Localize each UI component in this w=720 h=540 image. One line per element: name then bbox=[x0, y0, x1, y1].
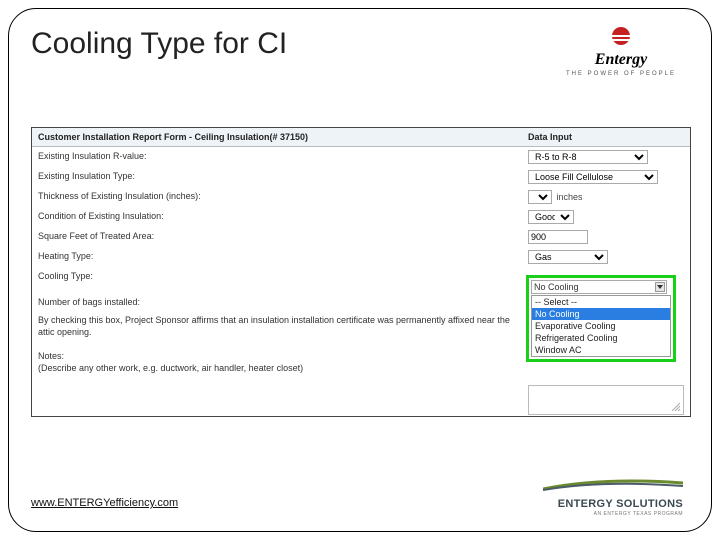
row-condition: Condition of Existing Insulation: Good bbox=[32, 207, 690, 227]
select-cooling-value: No Cooling bbox=[534, 282, 579, 292]
row-ins-type: Existing Insulation Type: Loose Fill Cel… bbox=[32, 167, 690, 187]
entergy-solutions-logo: ENTERGY SOLUTIONS AN ENTERGY TEXAS PROGR… bbox=[543, 477, 683, 517]
label-cooling: Cooling Type: bbox=[38, 270, 528, 282]
label-inches-suffix: inches bbox=[557, 192, 583, 202]
cooling-options-list: -- Select -- No Cooling Evaporative Cool… bbox=[531, 295, 671, 357]
label-condition: Condition of Existing Insulation: bbox=[38, 210, 528, 224]
row-heating: Heating Type: Gas bbox=[32, 247, 690, 267]
label-thickness: Thickness of Existing Insulation (inches… bbox=[38, 190, 528, 204]
label-sqft: Square Feet of Treated Area: bbox=[38, 230, 528, 244]
form-screenshot: Customer Installation Report Form - Ceil… bbox=[31, 127, 691, 417]
resize-grip-icon bbox=[670, 401, 680, 411]
slide-frame: Cooling Type for CI Entergy THE POWER OF… bbox=[8, 8, 712, 532]
select-heating[interactable]: Gas bbox=[528, 250, 608, 264]
slide-title: Cooling Type for CI bbox=[31, 27, 287, 61]
entergy-sun-icon bbox=[608, 23, 634, 49]
label-r-value: Existing Insulation R-value: bbox=[38, 150, 528, 164]
chevron-down-icon[interactable] bbox=[655, 282, 665, 292]
entergy-wordmark: Entergy bbox=[561, 51, 681, 69]
entergy-logo: Entergy THE POWER OF PEOPLE bbox=[561, 23, 681, 77]
cooling-option-nocooling[interactable]: No Cooling bbox=[532, 308, 670, 320]
label-bags: Number of bags installed: bbox=[38, 296, 528, 308]
footer-url-link[interactable]: www.ENTERGYefficiency.com bbox=[31, 497, 178, 509]
label-ins-type: Existing Insulation Type: bbox=[38, 170, 528, 184]
form-header-datainput: Data Input bbox=[528, 132, 572, 142]
row-r-value: Existing Insulation R-value: R-5 to R-8 bbox=[32, 147, 690, 167]
row-sqft: Square Feet of Treated Area: bbox=[32, 227, 690, 247]
select-ins-type[interactable]: Loose Fill Cellulose bbox=[528, 170, 658, 184]
cooling-option-windowac[interactable]: Window AC bbox=[532, 344, 670, 356]
form-header-title: Customer Installation Report Form - Ceil… bbox=[38, 132, 528, 142]
notes-textarea[interactable] bbox=[528, 385, 684, 415]
solutions-subtext: AN ENTERGY TEXAS PROGRAM bbox=[543, 511, 683, 517]
select-thickness[interactable]: 2 bbox=[528, 190, 552, 204]
form-body: Existing Insulation R-value: R-5 to R-8 … bbox=[32, 147, 690, 415]
select-cooling[interactable]: No Cooling bbox=[531, 280, 667, 294]
label-notes: Notes: (Describe any other work, e.g. du… bbox=[38, 350, 528, 374]
form-header: Customer Installation Report Form - Ceil… bbox=[32, 128, 690, 147]
label-heating: Heating Type: bbox=[38, 250, 528, 264]
cooling-option-refrigerated[interactable]: Refrigerated Cooling bbox=[532, 332, 670, 344]
swoosh-icon bbox=[543, 477, 683, 491]
input-sqft[interactable] bbox=[528, 230, 588, 244]
cooling-highlight-box: No Cooling -- Select -- No Cooling Evapo… bbox=[526, 275, 676, 362]
select-condition[interactable]: Good bbox=[528, 210, 574, 224]
label-cert: By checking this box, Project Sponsor af… bbox=[38, 314, 528, 338]
row-thickness: Thickness of Existing Insulation (inches… bbox=[32, 187, 690, 207]
cooling-option-select[interactable]: -- Select -- bbox=[532, 296, 670, 308]
entergy-tagline: THE POWER OF PEOPLE bbox=[561, 71, 681, 77]
select-r-value[interactable]: R-5 to R-8 bbox=[528, 150, 648, 164]
solutions-wordmark: ENTERGY SOLUTIONS bbox=[543, 498, 683, 510]
cooling-option-evaporative[interactable]: Evaporative Cooling bbox=[532, 320, 670, 332]
